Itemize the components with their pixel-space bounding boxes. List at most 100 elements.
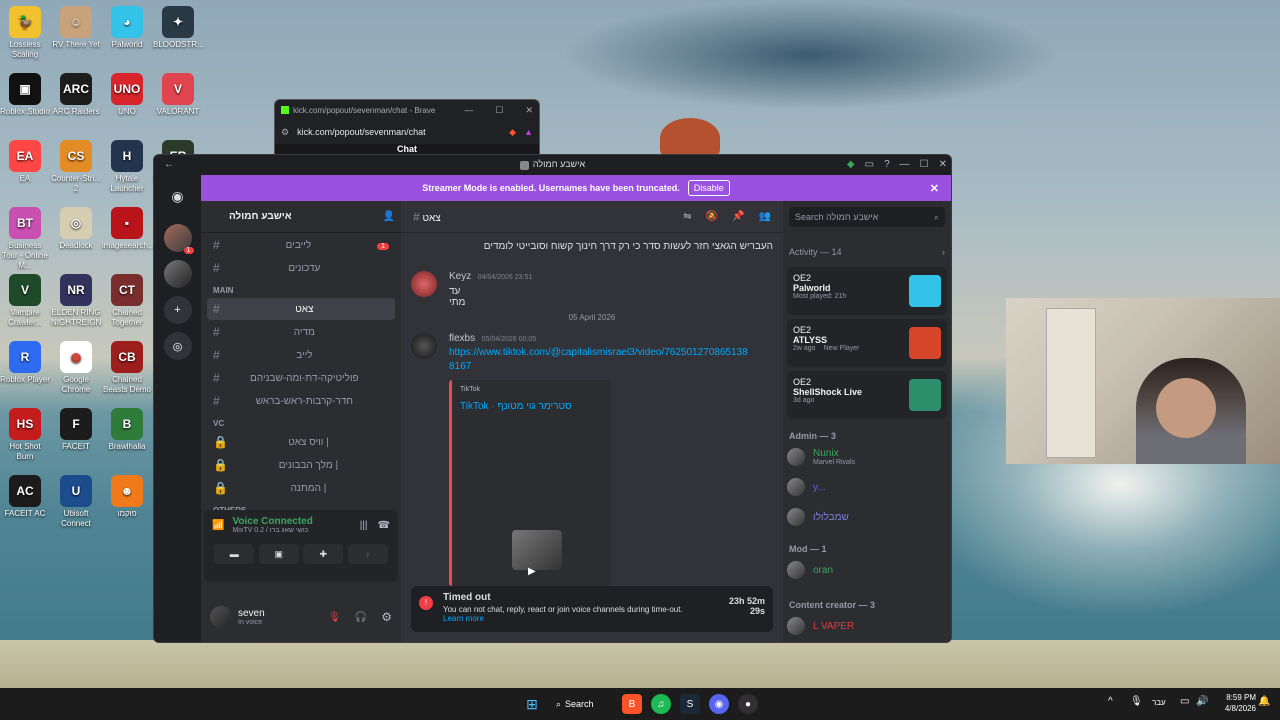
category-main[interactable]: MAIN bbox=[201, 280, 401, 297]
member-row[interactable]: Nunix Marvel Rivals bbox=[787, 446, 855, 468]
brave-shield-icon[interactable]: ◆ bbox=[509, 127, 516, 138]
inbox-icon[interactable]: ▭ bbox=[865, 159, 874, 170]
start-icon[interactable]: ⊞ bbox=[522, 694, 542, 714]
desktop-icon[interactable]: UNO UNO bbox=[102, 73, 152, 117]
server-avatar-1[interactable]: 1 bbox=[163, 224, 194, 254]
settings-gear-icon[interactable]: ⚙ bbox=[381, 610, 392, 624]
desktop-icon[interactable]: 🦆 Lossless Scaling bbox=[0, 6, 50, 60]
discord-icon[interactable]: ◉ bbox=[709, 694, 729, 714]
desktop-icon[interactable]: CT Chained Together bbox=[102, 274, 152, 328]
desktop-icon[interactable]: ▣ Roblox Studio bbox=[0, 73, 50, 117]
avatar[interactable] bbox=[411, 271, 437, 297]
spotify-icon[interactable]: ♫ bbox=[651, 694, 671, 714]
close-icon[interactable]: ✕ bbox=[939, 159, 947, 170]
discord-home-icon[interactable]: ◉ bbox=[164, 182, 192, 210]
activity-header[interactable]: Activity — 14 › bbox=[789, 247, 945, 257]
network-icon[interactable]: ▭ bbox=[1180, 696, 1189, 707]
desktop-icon[interactable]: R Roblox Player bbox=[0, 341, 50, 385]
desktop-icon[interactable]: ARC ARC Raiders bbox=[51, 73, 101, 117]
desktop-icon[interactable]: CB Chained Beasts Demo bbox=[102, 341, 152, 395]
add-server-icon[interactable]: + bbox=[163, 296, 192, 324]
disconnect-icon[interactable]: ☎ bbox=[378, 520, 390, 531]
channel-text[interactable]: # חדר-קרבות-ראש-בראש bbox=[207, 390, 395, 412]
user-panel[interactable]: seven In voice 🎙 🎧 ⚙ bbox=[204, 596, 398, 638]
avatar[interactable] bbox=[411, 333, 437, 359]
voice-status[interactable]: Voice Connected bbox=[232, 516, 312, 527]
embed-title[interactable]: TikTok · סטרימר גוי מטונף bbox=[460, 401, 603, 412]
desktop-icon[interactable]: EA EA bbox=[0, 140, 50, 184]
volume-icon[interactable]: 🔊 bbox=[1196, 696, 1208, 707]
channel-voice[interactable]: 🔒 המתנה | bbox=[207, 477, 395, 499]
channel-text[interactable]: # לייבים 1 bbox=[207, 234, 395, 256]
members-icon[interactable]: 👥 bbox=[759, 211, 771, 222]
steam-icon[interactable]: S bbox=[680, 694, 700, 714]
invite-icon[interactable]: 👤 bbox=[383, 211, 395, 222]
search-input[interactable]: Search אישבע חמולה ⌕ bbox=[789, 207, 945, 227]
mute-icon[interactable]: 🎙 bbox=[328, 612, 341, 623]
close-icon[interactable]: ✕ bbox=[525, 105, 533, 116]
notifications-off-icon[interactable]: 🔕 bbox=[706, 211, 718, 222]
desktop-icon[interactable]: ▪ imagesearch... bbox=[102, 207, 154, 251]
category-vc[interactable]: VC bbox=[201, 413, 401, 430]
server-avatar-2[interactable] bbox=[163, 260, 192, 288]
desktop-icon[interactable]: V Vampire Crawler... bbox=[0, 274, 50, 328]
clock[interactable]: 8:59 PM 4/8/2026 bbox=[1212, 692, 1256, 714]
obs-icon[interactable]: ● bbox=[738, 694, 758, 714]
activity-card[interactable]: OE2 Palworld Most played: 21h bbox=[787, 267, 947, 315]
video-off-icon[interactable]: ▬ bbox=[214, 544, 255, 564]
soundboard-icon[interactable]: ♪ bbox=[347, 544, 388, 564]
channel-text[interactable]: # מדיה bbox=[207, 321, 395, 343]
avatar[interactable] bbox=[210, 606, 232, 628]
nitro-icon[interactable]: ◆ bbox=[847, 159, 855, 170]
embed-thumbnail[interactable] bbox=[512, 530, 562, 570]
minimize-icon[interactable]: — bbox=[464, 105, 473, 116]
desktop-icon[interactable]: ◉ Google Chrome bbox=[51, 341, 101, 395]
message-author[interactable]: flexbs bbox=[449, 333, 475, 344]
deafen-icon[interactable]: 🎧 bbox=[355, 612, 367, 623]
desktop-icon[interactable]: U Ubisoft Connect bbox=[51, 475, 101, 529]
pin-icon[interactable]: 📌 bbox=[732, 211, 744, 222]
play-icon[interactable]: ▶ bbox=[528, 566, 536, 577]
minimize-icon[interactable]: — bbox=[900, 159, 910, 170]
taskbar-search[interactable]: ⌕ Search bbox=[556, 694, 608, 714]
activities-icon[interactable]: ✚ bbox=[303, 544, 344, 564]
desktop-icon[interactable]: ✦ BLOODSTR... bbox=[153, 6, 204, 50]
desktop-icon[interactable]: ☻ פוקמו bbox=[102, 475, 152, 519]
tray-chevron-icon[interactable]: ^ bbox=[1108, 696, 1113, 707]
desktop-icon[interactable]: BT Business Tour - Online M... bbox=[0, 207, 50, 271]
disable-button[interactable]: Disable bbox=[687, 180, 730, 196]
channel-text[interactable]: # פוליטיקה-דת-ומה-שבניהם bbox=[207, 367, 395, 389]
message-author[interactable]: Keyz bbox=[449, 271, 471, 282]
channel-text[interactable]: # לייב bbox=[207, 344, 395, 366]
chevron-right-icon[interactable]: › bbox=[942, 247, 945, 257]
noise-suppression-icon[interactable]: ||| bbox=[360, 520, 368, 531]
server-header[interactable]: 👤 אישבע חמולה bbox=[201, 201, 401, 233]
desktop-icon[interactable]: H Hytale Launcher bbox=[102, 140, 152, 194]
member-row[interactable]: oran bbox=[787, 559, 833, 581]
desktop-icon[interactable]: ◎ Deadlock bbox=[51, 207, 101, 251]
learn-more-link[interactable]: Learn more bbox=[443, 614, 484, 623]
desktop-icon[interactable]: NR ELDEN RING NIGHTREIGN bbox=[51, 274, 101, 328]
close-banner-icon[interactable]: ✕ bbox=[930, 182, 939, 195]
site-info-icon[interactable]: ⚙ bbox=[281, 127, 289, 138]
member-row[interactable]: y... bbox=[787, 476, 826, 498]
channel-text[interactable]: # צאט bbox=[207, 298, 395, 320]
desktop-icon[interactable]: AC FACEIT AC bbox=[0, 475, 50, 519]
channel-text[interactable]: # עדכונים bbox=[207, 257, 395, 279]
help-icon[interactable]: ? bbox=[884, 159, 890, 170]
desktop-icon[interactable]: ◕ Palworld bbox=[102, 6, 152, 50]
maximize-icon[interactable]: ☐ bbox=[495, 105, 503, 116]
desktop-icon[interactable]: CS Counter-Stri... 2 bbox=[51, 140, 101, 194]
maximize-icon[interactable]: ☐ bbox=[920, 159, 929, 170]
desktop-icon[interactable]: F FACEIT bbox=[51, 408, 101, 452]
discover-icon[interactable]: ◎ bbox=[163, 332, 192, 360]
address-bar[interactable]: ⚙ kick.com/popout/sevenman/chat ◆ ▲ bbox=[281, 122, 533, 142]
language-indicator[interactable]: עבר bbox=[1152, 698, 1166, 707]
threads-icon[interactable]: ⇋ bbox=[683, 211, 691, 222]
microphone-icon[interactable]: 🎙 bbox=[1130, 696, 1143, 707]
screen-share-icon[interactable]: ▣ bbox=[258, 544, 299, 564]
channel-voice[interactable]: 🔒 מלך הבבונים | bbox=[207, 454, 395, 476]
desktop-icon[interactable]: V VALORANT bbox=[153, 73, 203, 117]
desktop-icon[interactable]: HS Hot Shot Burn bbox=[0, 408, 50, 462]
brave-icon[interactable]: B bbox=[622, 694, 642, 714]
